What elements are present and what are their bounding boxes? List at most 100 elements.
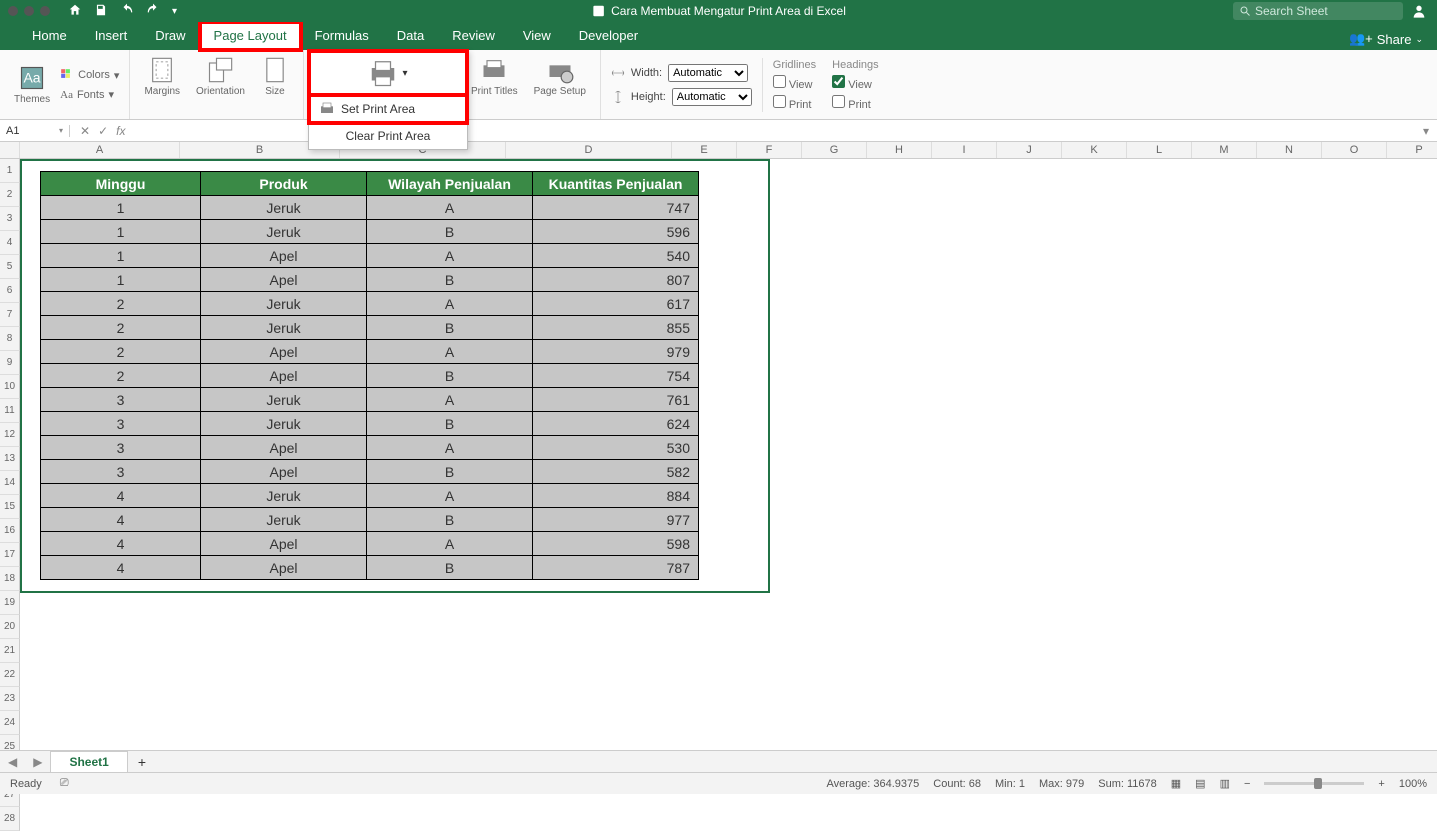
formula-bar: A1▾ ✕ ✓ fx ▾ [0, 120, 1437, 142]
svg-text:Aa: Aa [24, 70, 41, 86]
cancel-icon[interactable]: ✕ [80, 124, 90, 138]
tab-home[interactable]: Home [18, 22, 81, 50]
macro-icon[interactable]: ⎚ [60, 777, 69, 790]
table-row[interactable]: 3JerukA761 [41, 388, 699, 412]
user-icon[interactable] [1411, 3, 1427, 19]
headings-label: Headings [832, 59, 878, 71]
colors-icon [60, 68, 74, 82]
table-row[interactable]: 1ApelB807 [41, 268, 699, 292]
table-row[interactable]: 2ApelA979 [41, 340, 699, 364]
expand-formula-icon[interactable]: ▾ [1415, 124, 1437, 138]
page-setup-button[interactable]: Page Setup [530, 54, 590, 115]
tab-data[interactable]: Data [383, 22, 438, 50]
zoom-out-button[interactable]: − [1244, 778, 1250, 790]
table-row[interactable]: 4ApelB787 [41, 556, 699, 580]
table-row[interactable]: 1JerukA747 [41, 196, 699, 220]
window-controls[interactable] [0, 6, 58, 16]
tab-developer[interactable]: Developer [565, 22, 652, 50]
table-row[interactable]: 4JerukA884 [41, 484, 699, 508]
share-button[interactable]: 👥+Share⌄ [1335, 22, 1437, 50]
print-area-icon [368, 58, 398, 88]
sheet-nav-next[interactable]: ▶ [25, 755, 50, 769]
fx-icon[interactable]: fx [116, 124, 125, 138]
document-title: Cara Membuat Mengatur Print Area di Exce… [591, 4, 846, 18]
add-sheet-button[interactable]: + [128, 754, 156, 770]
data-table: MingguProdukWilayah PenjualanKuantitas P… [40, 171, 699, 580]
table-row[interactable]: 2JerukA617 [41, 292, 699, 316]
clear-print-area-item[interactable]: Clear Print Area [309, 123, 467, 149]
table-row[interactable]: 1JerukB596 [41, 220, 699, 244]
tab-page-layout[interactable]: Page Layout [200, 22, 301, 50]
view-page-layout-icon[interactable]: ▤ [1195, 777, 1205, 790]
scale-height[interactable]: Height:Automatic [611, 88, 752, 106]
print-titles-icon [480, 56, 508, 84]
colors-button[interactable]: Colors ▾ [60, 68, 119, 82]
fonts-icon: Aa [60, 89, 73, 101]
headings-view-checkbox[interactable]: View [832, 75, 878, 91]
sheet-nav-prev[interactable]: ◀ [0, 755, 25, 769]
status-bar: Ready ⎚ Average: 364.9375 Count: 68 Min:… [0, 772, 1437, 794]
scale-width[interactable]: Width:Automatic [611, 64, 752, 82]
margins-button[interactable]: Margins [140, 54, 184, 115]
save-icon[interactable] [94, 3, 108, 20]
view-normal-icon[interactable]: ▦ [1171, 777, 1181, 790]
gridlines-view-checkbox[interactable]: View [773, 75, 816, 91]
search-input[interactable]: Search Sheet [1233, 2, 1403, 20]
size-icon [261, 56, 289, 84]
table-row[interactable]: 3ApelB582 [41, 460, 699, 484]
status-sum: Sum: 11678 [1098, 778, 1157, 790]
width-icon [611, 66, 625, 80]
table-row[interactable]: 4JerukB977 [41, 508, 699, 532]
themes-button[interactable]: Aa Themes [10, 62, 54, 107]
set-print-area-item[interactable]: Set Print Area [309, 95, 467, 123]
status-min: Min: 1 [995, 778, 1025, 790]
orientation-button[interactable]: Orientation [192, 54, 249, 115]
qat-chevron-icon[interactable]: ▾ [172, 6, 177, 17]
tab-draw[interactable]: Draw [141, 22, 199, 50]
table-row[interactable]: 1ApelA540 [41, 244, 699, 268]
select-all-cell[interactable] [0, 142, 20, 158]
table-row[interactable]: 3JerukB624 [41, 412, 699, 436]
size-button[interactable]: Size [257, 54, 293, 115]
redo-icon[interactable] [146, 3, 160, 20]
table-row[interactable]: 4ApelA598 [41, 532, 699, 556]
ribbon-tabs: Home Insert Draw Page Layout Formulas Da… [0, 22, 1437, 50]
ribbon: Aa Themes Colors ▾ Aa Fonts ▾ Margins Or… [0, 50, 1437, 120]
print-area-dropdown: ▾ Set Print Area Clear Print Area [308, 50, 468, 150]
orientation-icon [206, 56, 234, 84]
enter-icon[interactable]: ✓ [98, 124, 108, 138]
height-icon [611, 90, 625, 104]
zoom-slider[interactable] [1264, 782, 1364, 785]
column-headers[interactable]: ABCDEFGHIJKLMNOP [0, 142, 1437, 159]
table-row[interactable]: 2JerukB855 [41, 316, 699, 340]
printer-icon [319, 101, 335, 117]
row-headers[interactable]: 1234567891011121314151617181920212223242… [0, 159, 20, 831]
fonts-button[interactable]: Aa Fonts ▾ [60, 88, 119, 101]
headings-print-checkbox[interactable]: Print [832, 95, 878, 111]
sheet-tab[interactable]: Sheet1 [50, 751, 127, 772]
table-row[interactable]: 3ApelA530 [41, 436, 699, 460]
table-row[interactable]: 2ApelB754 [41, 364, 699, 388]
print-titles-button[interactable]: Print Titles [467, 54, 522, 115]
tab-insert[interactable]: Insert [81, 22, 142, 50]
margins-icon [148, 56, 176, 84]
gridlines-print-checkbox[interactable]: Print [773, 95, 816, 111]
tab-review[interactable]: Review [438, 22, 509, 50]
status-average: Average: 364.9375 [826, 778, 919, 790]
zoom-level[interactable]: 100% [1399, 778, 1427, 790]
view-page-break-icon[interactable]: ▥ [1220, 777, 1230, 790]
status-ready: Ready [10, 778, 42, 790]
cell-grid[interactable]: MingguProdukWilayah PenjualanKuantitas P… [20, 159, 1437, 739]
zoom-in-button[interactable]: + [1378, 778, 1384, 790]
tab-formulas[interactable]: Formulas [301, 22, 383, 50]
status-count: Count: 68 [933, 778, 981, 790]
tab-view[interactable]: View [509, 22, 565, 50]
themes-icon: Aa [18, 64, 46, 92]
undo-icon[interactable] [120, 3, 134, 20]
gridlines-label: Gridlines [773, 59, 816, 71]
status-max: Max: 979 [1039, 778, 1084, 790]
name-box[interactable]: A1▾ [0, 125, 70, 137]
page-setup-icon [546, 56, 574, 84]
print-area-button[interactable]: ▾ [309, 51, 467, 95]
home-icon[interactable] [68, 3, 82, 20]
